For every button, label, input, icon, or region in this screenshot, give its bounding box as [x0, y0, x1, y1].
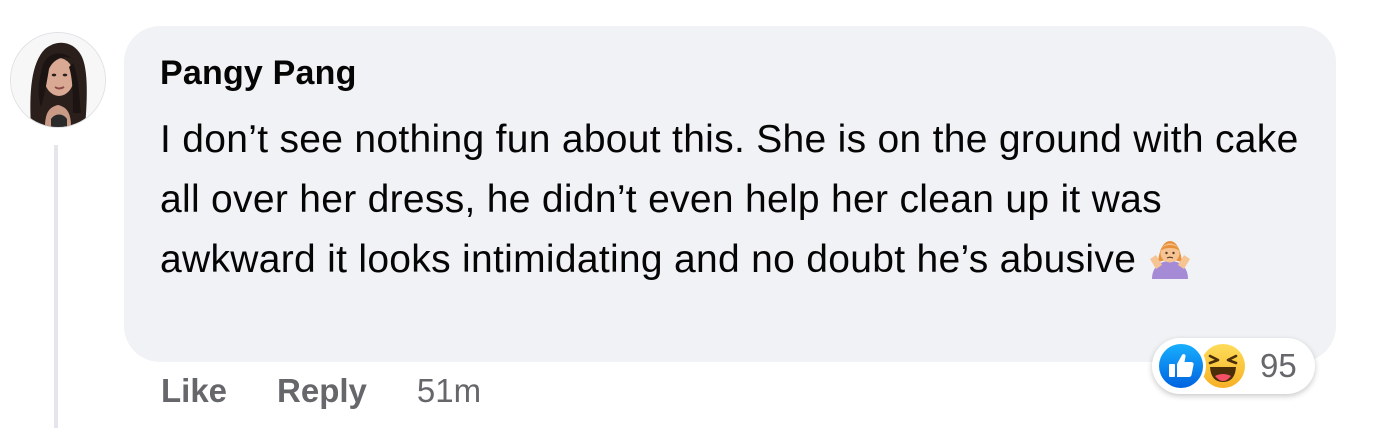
comment-timestamp[interactable]: 51m [417, 372, 481, 410]
like-button[interactable]: Like [161, 372, 227, 410]
person-gesturing-no-icon [1146, 233, 1194, 281]
comment-author[interactable]: Pangy Pang [160, 54, 357, 93]
comment: Pangy Pang I don’t see nothing fun about… [0, 0, 1376, 428]
avatar[interactable] [10, 32, 106, 128]
comment-body: I don’t see nothing fun about this. She … [160, 110, 1300, 290]
reply-button[interactable]: Reply [277, 372, 367, 410]
reaction-count: 95 [1260, 347, 1297, 384]
thread-line [54, 145, 58, 428]
reactions-summary[interactable]: 95 [1152, 338, 1315, 394]
like-icon [1156, 341, 1206, 391]
comment-actions: Like Reply 51m [161, 371, 481, 411]
comment-bubble: Pangy Pang I don’t see nothing fun about… [124, 26, 1336, 362]
comment-text: I don’t see nothing fun about this. She … [160, 118, 1299, 281]
avatar-image [11, 33, 105, 127]
